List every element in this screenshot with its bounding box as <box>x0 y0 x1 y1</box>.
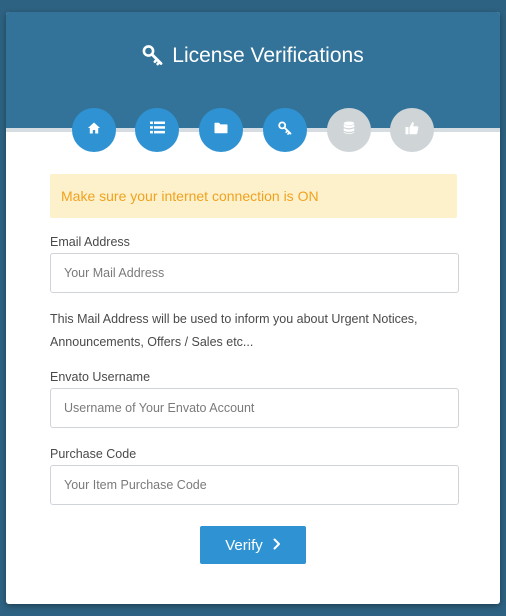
key-icon <box>142 44 164 74</box>
verify-label: Verify <box>225 536 263 554</box>
home-icon <box>87 121 101 140</box>
folder-icon <box>214 121 228 139</box>
page-title: License Verifications <box>6 42 500 74</box>
page-title-text: License Verifications <box>172 44 364 67</box>
connection-alert: Make sure your internet connection is ON <box>50 174 457 218</box>
purchase-code-field[interactable] <box>50 465 459 505</box>
step-database[interactable] <box>327 108 371 152</box>
step-home[interactable] <box>72 108 116 152</box>
step-list[interactable] <box>135 108 179 152</box>
email-label: Email Address <box>50 235 130 249</box>
chevron-right-icon <box>273 537 281 554</box>
username-label: Envato Username <box>50 370 151 384</box>
email-help-text: This Mail Address will be used to inform… <box>50 312 418 349</box>
email-field[interactable] <box>50 253 459 293</box>
step-key[interactable] <box>263 108 307 152</box>
username-field[interactable] <box>50 388 459 428</box>
list-icon <box>149 121 165 139</box>
purchase-code-label: Purchase Code <box>50 447 137 461</box>
thumbs-up-icon <box>405 121 419 140</box>
verify-button[interactable]: Verify <box>200 526 306 564</box>
step-folder[interactable] <box>199 108 243 152</box>
step-indicator <box>6 108 500 154</box>
database-icon <box>343 121 355 140</box>
key-icon <box>278 121 292 140</box>
license-card: License Verifications Make sure your int… <box>6 12 500 604</box>
step-thumbs-up[interactable] <box>390 108 434 152</box>
